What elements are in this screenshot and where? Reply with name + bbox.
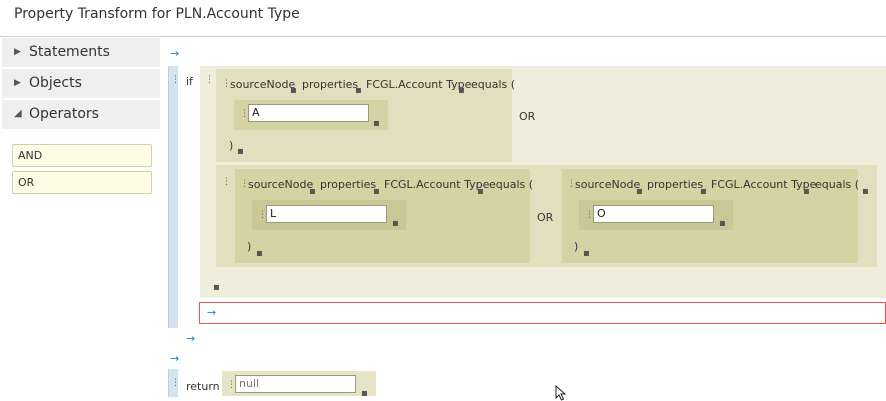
properties-label: properties [647,178,704,191]
value-input-a[interactable]: A [248,104,369,122]
source-node-label: sourceNode [575,178,641,191]
title-divider [0,36,886,37]
if-keyword: if [186,75,193,88]
dropdown-dot-icon: ▪ [355,85,362,96]
drag-handle-icon[interactable]: ⋮ [171,76,180,85]
value-input-l[interactable]: L [266,205,387,223]
drag-handle-icon[interactable]: ⋮ [205,76,214,85]
sidebar-item-statements[interactable]: ▶ Statements [2,38,160,68]
if-statement-rail[interactable] [168,66,178,328]
equals-operator-label: equals ( [815,178,860,191]
property-name-label: FCGL.Account Type [384,178,490,191]
dropdown-dot-icon: ▪ [361,388,368,399]
expand-triangle-icon: ▶ [14,78,21,88]
dropdown-dot-icon: ▪ [700,186,707,197]
equals-operator-label: equals ( [471,78,516,91]
or-keyword-top: OR [519,110,536,123]
insert-arrow-icon[interactable]: → [170,352,179,365]
operator-or-block[interactable]: OR [12,171,152,194]
expand-triangle-icon: ▶ [14,47,21,57]
sidebar: ▶ Statements ▶ Objects ◢ Operators AND O… [0,38,160,401]
value-input-o[interactable]: O [593,205,714,223]
dropdown-dot-icon: ▪ [290,85,297,96]
operator-and-block[interactable]: AND [12,144,152,167]
source-node-label: sourceNode [230,78,296,91]
dropdown-dot-icon: ▪ [309,186,316,197]
dropdown-dot-icon: ▪ [458,85,465,96]
dropdown-dot-icon: ▪ [583,248,590,259]
dropdown-dot-icon: ▪ [256,248,263,259]
sidebar-item-label: Objects [29,75,82,91]
collapse-triangle-icon: ◢ [14,108,22,119]
dropdown-dot-icon: ▪ [719,218,726,229]
insert-arrow-icon[interactable]: → [207,306,216,319]
page-title: Property Transform for PLN.Account Type [14,6,300,22]
properties-label: properties [302,78,359,91]
dropdown-dot-icon: ▪ [213,282,220,293]
or-keyword-inner: OR [537,211,554,224]
dropdown-dot-icon: ▪ [862,186,869,197]
close-paren: ) [247,240,252,253]
properties-label: properties [320,178,377,191]
property-name-label: FCGL.Account Type [711,178,817,191]
statement-drop-target[interactable] [199,302,886,324]
drag-handle-icon[interactable]: ⋮ [171,379,180,388]
equals-operator-label: equals ( [489,178,534,191]
dropdown-dot-icon: ▪ [392,218,399,229]
sidebar-item-objects[interactable]: ▶ Objects [2,69,160,99]
dropdown-dot-icon: ▪ [636,186,643,197]
drag-handle-icon[interactable]: ⋮ [222,178,231,187]
source-node-label: sourceNode [248,178,314,191]
mouse-cursor-icon [555,385,567,401]
close-paren: ) [229,139,234,152]
dropdown-dot-icon: ▪ [373,118,380,129]
dropdown-dot-icon: ▪ [237,146,244,157]
sidebar-item-label: Operators [29,106,99,122]
dropdown-dot-icon: ▪ [373,186,380,197]
insert-arrow-icon[interactable]: → [186,332,195,345]
return-value-input[interactable]: null [235,375,356,393]
insert-arrow-icon[interactable]: → [170,47,179,60]
sidebar-item-label: Statements [29,44,110,60]
dropdown-dot-icon: ▪ [477,186,484,197]
sidebar-item-operators[interactable]: ◢ Operators [2,100,160,130]
dropdown-dot-icon: ▪ [803,186,810,197]
close-paren: ) [574,240,579,253]
property-name-label: FCGL.Account Type [366,78,472,91]
return-keyword: return [186,380,220,393]
